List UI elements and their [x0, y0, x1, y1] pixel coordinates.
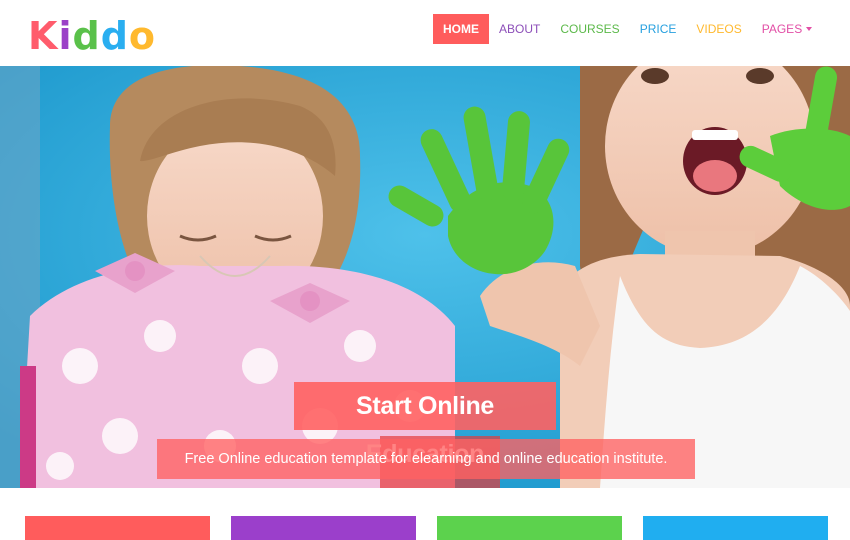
- site-header: K i d d o Home About Courses Price Video…: [0, 0, 850, 66]
- nav-label-about: About: [499, 22, 541, 36]
- nav-label-videos: Videos: [696, 22, 742, 36]
- feature-card-purple[interactable]: [231, 516, 416, 540]
- feature-card-blue[interactable]: [643, 516, 828, 540]
- kiddo-logo[interactable]: K i d d o: [28, 14, 156, 58]
- hero-banner: Start Online Education Free Online educa…: [0, 66, 850, 488]
- logo-letter-d2: d: [100, 14, 129, 58]
- logo-letter-k: K: [28, 14, 59, 58]
- feature-card-green[interactable]: [437, 516, 622, 540]
- nav-label-price: Price: [639, 22, 677, 36]
- logo-letter-d1: d: [72, 14, 101, 58]
- hero-title: Start Online Education: [294, 382, 556, 468]
- nav-item-about[interactable]: About: [489, 14, 550, 44]
- nav-label-pages: Pages: [761, 22, 803, 36]
- feature-cards: [0, 488, 850, 540]
- chevron-down-icon: [806, 26, 813, 31]
- nav-label-home: Home: [443, 22, 479, 36]
- nav-item-courses[interactable]: Courses: [550, 14, 629, 44]
- hero-subtitle: Free Online education template for elear…: [157, 439, 695, 479]
- nav-item-home[interactable]: Home: [433, 14, 489, 44]
- logo-letter-i: i: [58, 14, 73, 58]
- feature-card-red[interactable]: [25, 516, 210, 540]
- nav-item-price[interactable]: Price: [630, 14, 687, 44]
- nav-item-pages[interactable]: Pages: [752, 14, 822, 44]
- main-nav: Home About Courses Price Videos Pages: [433, 14, 822, 44]
- logo-letter-o: o: [128, 14, 156, 58]
- nav-label-courses: Courses: [560, 22, 620, 36]
- nav-item-videos[interactable]: Videos: [686, 14, 751, 44]
